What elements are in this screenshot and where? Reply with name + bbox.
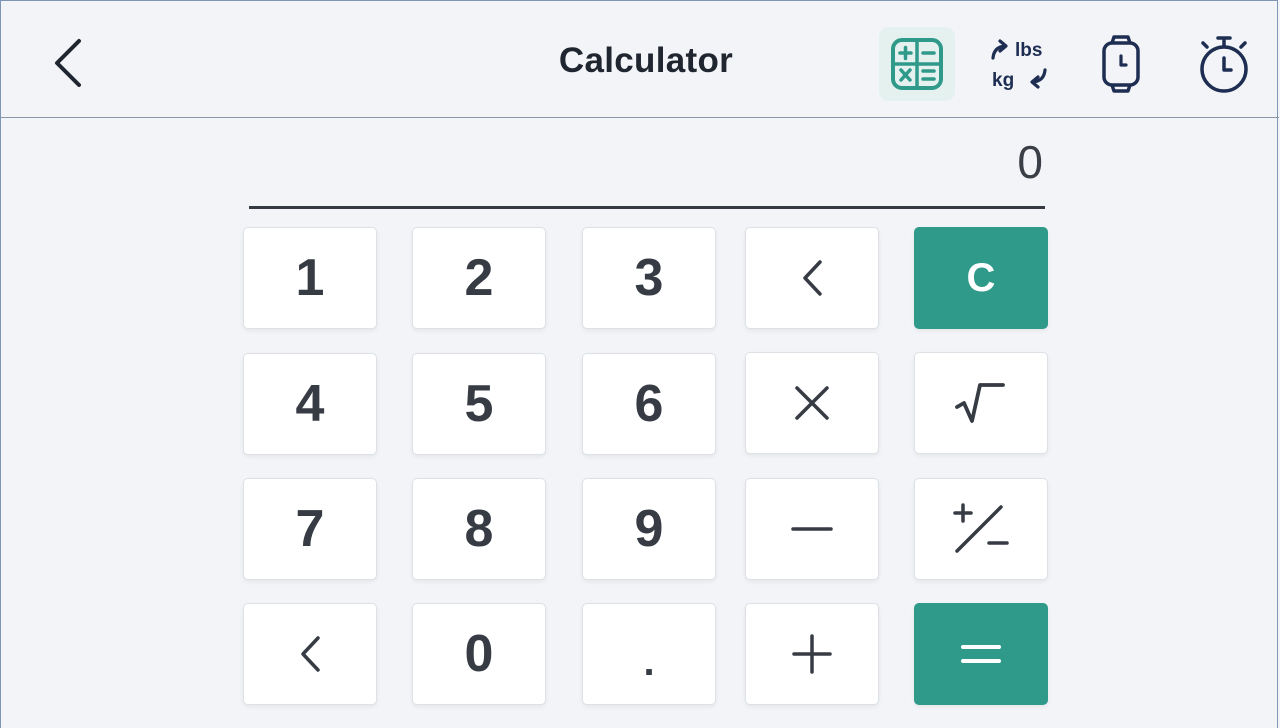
key-label: 5 [464, 375, 494, 433]
key-8[interactable]: 8 [412, 478, 546, 580]
chevron-left-icon [803, 260, 822, 296]
converter-tab[interactable]: lbs kg [981, 27, 1057, 101]
multiply-button[interactable] [745, 352, 879, 454]
key-label: C [966, 256, 996, 300]
app-header: Calculator lbs kg [1, 1, 1279, 118]
plus-minus-button[interactable] [914, 478, 1048, 580]
key-label: 8 [464, 500, 494, 558]
equals-button[interactable] [914, 603, 1048, 705]
square-root-icon [955, 383, 1005, 423]
key-3[interactable]: 3 [582, 227, 716, 329]
key-label: 0 [464, 625, 494, 683]
chevron-left-icon [301, 636, 320, 672]
watch-tab[interactable] [1083, 27, 1159, 101]
decimal-button[interactable]: . [582, 603, 716, 705]
key-label: 9 [634, 500, 664, 558]
key-9[interactable]: 9 [582, 478, 716, 580]
plus-minus-icon [953, 503, 1009, 553]
stopwatch-icon [1200, 36, 1248, 93]
timer-tab[interactable] [1186, 27, 1262, 101]
backspace-button-secondary[interactable] [243, 603, 377, 705]
converter-kg-label: kg [992, 70, 1015, 91]
key-label: 3 [634, 249, 664, 307]
calculator-display: 0 [249, 129, 1045, 209]
key-label: 2 [464, 249, 494, 307]
key-1[interactable]: 1 [243, 227, 377, 329]
plus-icon [792, 634, 832, 674]
key-0[interactable]: 0 [412, 603, 546, 705]
key-7[interactable]: 7 [243, 478, 377, 580]
minus-button[interactable] [745, 478, 879, 580]
weight-converter-icon: lbs kg [981, 29, 1057, 99]
calculator-tab[interactable] [879, 27, 955, 101]
key-label: 4 [295, 375, 325, 433]
equals-icon [961, 645, 1001, 663]
calculator-icon [891, 38, 943, 90]
key-label: 7 [295, 500, 325, 558]
calculator-screen: Calculator lbs kg 0 1 2 3 C 4 5 6 7 8 9 … [0, 0, 1279, 728]
backspace-button[interactable] [745, 227, 879, 329]
clear-button[interactable]: C [914, 227, 1048, 329]
key-label: . [643, 640, 655, 684]
smartwatch-icon [1102, 35, 1140, 93]
key-label: 1 [295, 249, 325, 307]
key-6[interactable]: 6 [582, 353, 716, 455]
multiply-icon [795, 386, 829, 420]
key-2[interactable]: 2 [412, 227, 546, 329]
square-root-button[interactable] [914, 352, 1048, 454]
key-4[interactable]: 4 [243, 353, 377, 455]
key-5[interactable]: 5 [412, 353, 546, 455]
plus-button[interactable] [745, 603, 879, 705]
minus-icon [791, 527, 833, 531]
key-label: 6 [634, 375, 664, 433]
display-value: 0 [1017, 136, 1043, 188]
converter-lbs-label: lbs [1015, 40, 1043, 61]
